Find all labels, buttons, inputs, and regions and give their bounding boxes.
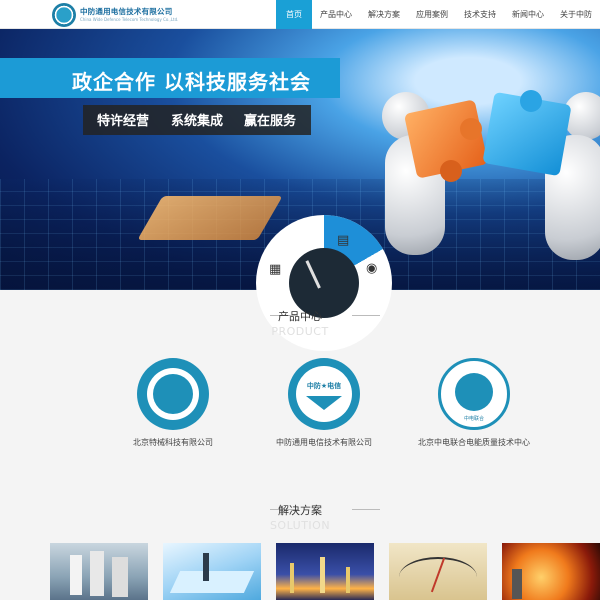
nav-item-cases[interactable]: 应用案例 bbox=[408, 0, 456, 29]
partner-name-tejie[interactable]: 北京特械科技有限公司 bbox=[88, 437, 258, 448]
solution-section-title: 解决方案 bbox=[278, 504, 322, 517]
banner-slogan: 政企合作 以科技服务社会 bbox=[72, 70, 311, 94]
gear-icon[interactable]: ⚙ bbox=[298, 232, 310, 247]
solution-thumb-5[interactable] bbox=[502, 543, 600, 600]
nav-item-solutions[interactable]: 解决方案 bbox=[360, 0, 408, 29]
puzzle-pieces-floor-image bbox=[137, 196, 283, 240]
orange-puzzle-knob bbox=[460, 118, 482, 140]
main-nav: 首页 产品中心 解决方案 应用案例 技术支持 新闻中心 关于中防 bbox=[276, 0, 600, 29]
nav-item-home[interactable]: 首页 bbox=[276, 0, 312, 29]
partner-name-zhongfang[interactable]: 中防通用电信技术有限公司 bbox=[239, 437, 409, 448]
company-name-en: China Wide Defence Telecom Technology Co… bbox=[80, 17, 179, 22]
solution-thumb-4[interactable] bbox=[389, 543, 487, 600]
top-header: 中防通用电信技术有限公司 China Wide Defence Telecom … bbox=[0, 0, 600, 29]
company-name[interactable]: 中防通用电信技术有限公司 bbox=[80, 6, 172, 17]
partner-name-zhongdian[interactable]: 北京中电联合电能质量技术中心 bbox=[389, 437, 559, 448]
product-section-title: 产品中心 bbox=[278, 310, 322, 323]
solution-section-subtitle: SOLUTION bbox=[269, 519, 331, 532]
feature-integration: 系统集成 bbox=[171, 114, 224, 129]
lightning-icon bbox=[153, 374, 193, 414]
product-section-subtitle: PRODUCT bbox=[271, 325, 329, 338]
partner-logo-zhongfang-inner bbox=[296, 366, 352, 422]
partner-logo-zhongdian-text: 中电联合 bbox=[463, 416, 484, 422]
nav-item-about[interactable]: 关于中防 bbox=[552, 0, 600, 29]
nav-item-products[interactable]: 产品中心 bbox=[312, 0, 360, 29]
server-icon[interactable]: ▦ bbox=[269, 262, 281, 277]
solution-thumb-2[interactable] bbox=[163, 543, 261, 600]
company-logo-icon[interactable] bbox=[52, 3, 76, 27]
camera-icon[interactable]: ◉ bbox=[366, 261, 377, 276]
feature-franchise: 特许经营 bbox=[97, 114, 150, 129]
monitor-icon[interactable]: ▤ bbox=[337, 233, 349, 248]
blue-puzzle-knob bbox=[520, 90, 542, 112]
lightning-icon bbox=[455, 373, 493, 411]
nav-item-news[interactable]: 新闻中心 bbox=[504, 0, 552, 29]
solution-thumb-1[interactable] bbox=[50, 543, 148, 600]
feature-service: 赢在服务 bbox=[244, 114, 297, 129]
partner-logo-zhongfang-text: 中防★电信 bbox=[306, 382, 342, 390]
orange-puzzle-knob-bottom bbox=[440, 160, 462, 182]
nav-item-support[interactable]: 技术支持 bbox=[456, 0, 504, 29]
solution-thumb-3[interactable] bbox=[276, 543, 374, 600]
